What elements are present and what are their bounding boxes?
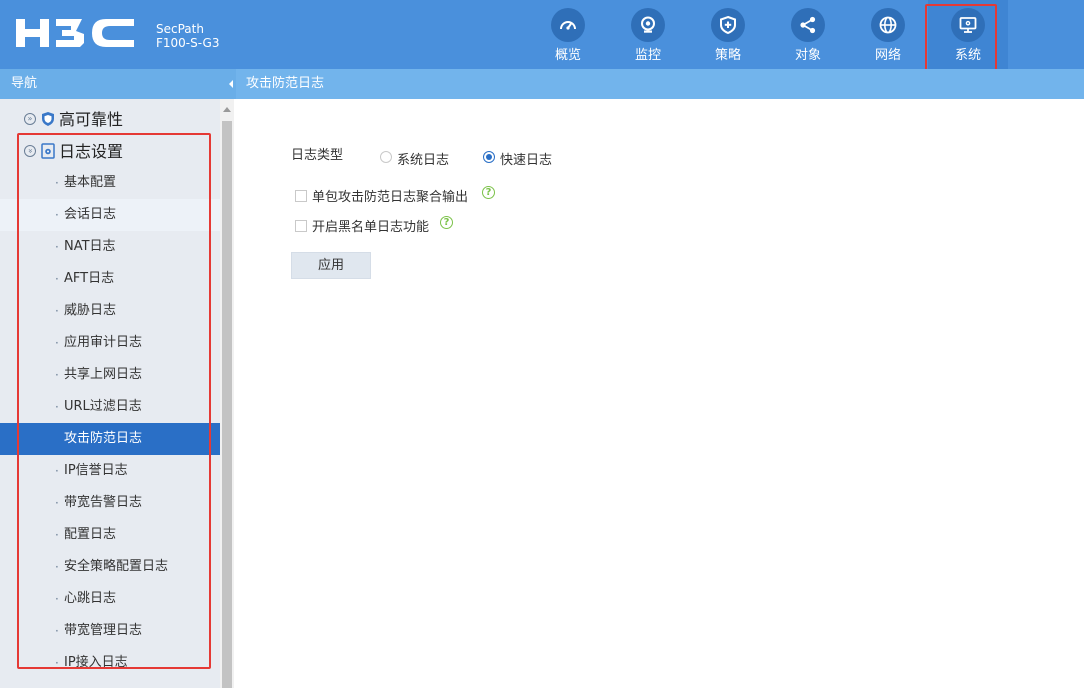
checkbox-blacklist-log-label: 开启黑名单日志功能: [312, 220, 430, 235]
sidebar-item-label: 会话日志: [64, 207, 117, 222]
sidebar-item-bandwidth-alarm-log[interactable]: · 带宽告警日志: [0, 487, 220, 519]
gauge-icon: [551, 8, 585, 42]
bullet-icon: ·: [55, 592, 59, 606]
sidebar-item-label: 安全策略配置日志: [64, 559, 169, 574]
nav-system-label: 系统: [954, 48, 981, 63]
sidebar-item-label: NAT日志: [64, 239, 116, 254]
sidebar-item-aft-log[interactable]: · AFT日志: [0, 263, 220, 295]
nav-object-label: 对象: [794, 48, 821, 63]
bullet-icon: ·: [55, 304, 59, 318]
sidebar: » 高可靠性 » 日志设置 · 基本配置 · 会话日志 · NAT日志 · AFT日志 …: [0, 99, 220, 688]
bullet-icon: ·: [55, 272, 59, 286]
product-name: SecPath F100-S-G3: [156, 22, 219, 50]
help-icon[interactable]: ?: [482, 186, 495, 199]
tree-group-log-settings[interactable]: » 日志设置: [0, 135, 220, 167]
collapse-icon[interactable]: »: [24, 145, 36, 157]
sidebar-item-ip-access-log[interactable]: · IP接入日志: [0, 647, 220, 679]
apply-button[interactable]: 应用: [291, 252, 371, 279]
nav-system[interactable]: 系统: [928, 0, 1008, 69]
sidebar-item-label: 带宽告警日志: [64, 495, 143, 510]
sidebar-item-shared-access-log[interactable]: · 共享上网日志: [0, 359, 220, 391]
tree-group-label: 高可靠性: [59, 110, 124, 129]
page-title: 攻击防范日志: [236, 69, 1084, 99]
sidebar-item-label: 基本配置: [64, 175, 117, 190]
bullet-icon: ·: [55, 400, 59, 414]
sidebar-item-label: 应用审计日志: [64, 335, 143, 350]
log-type-label: 日志类型: [291, 148, 344, 163]
bullet-icon: ·: [55, 336, 59, 350]
sidebar-collapse-handle[interactable]: [228, 69, 236, 99]
tree-group-label: 日志设置: [59, 142, 124, 161]
sidebar-item-label: 共享上网日志: [64, 367, 143, 382]
radio-system-log-label: 系统日志: [397, 153, 450, 168]
nav-overview-label: 概览: [554, 48, 581, 63]
bullet-icon: ·: [55, 240, 59, 254]
scroll-up-icon[interactable]: [223, 107, 231, 112]
bullet-icon: ·: [55, 656, 59, 670]
sidebar-item-label: 心跳日志: [64, 591, 117, 606]
sidebar-title: 导航: [0, 69, 228, 99]
checkbox-single-packet-aggregate[interactable]: [295, 190, 307, 202]
sidebar-item-security-policy-config-log[interactable]: · 安全策略配置日志: [0, 551, 220, 583]
nav-monitor[interactable]: 监控: [608, 0, 688, 69]
checkbox-single-packet-aggregate-label: 单包攻击防范日志聚合输出: [312, 190, 469, 205]
sidebar-scrollbar[interactable]: [220, 99, 234, 688]
scrollbar-thumb[interactable]: [222, 121, 232, 688]
sidebar-item-label: 配置日志: [64, 527, 117, 542]
sidebar-item-nat-log[interactable]: · NAT日志: [0, 231, 220, 263]
bullet-icon: ·: [55, 368, 59, 382]
globe-icon: [871, 8, 905, 42]
bullet-icon: ·: [55, 624, 59, 638]
nav-policy[interactable]: 策略: [688, 0, 768, 69]
camera-icon: [631, 8, 665, 42]
nav-object[interactable]: 对象: [768, 0, 848, 69]
sidebar-item-basic-config[interactable]: · 基本配置: [0, 167, 220, 199]
bullet-icon: ·: [55, 464, 59, 478]
sidebar-item-config-log[interactable]: · 配置日志: [0, 519, 220, 551]
sidebar-item-label: 威胁日志: [64, 303, 117, 318]
sidebar-item-app-audit-log[interactable]: · 应用审计日志: [0, 327, 220, 359]
sidebar-item-ip-reputation-log[interactable]: · IP信誉日志: [0, 455, 220, 487]
help-icon[interactable]: ?: [440, 216, 453, 229]
sidebar-item-label: AFT日志: [64, 271, 115, 286]
sidebar-item-label: URL过滤日志: [64, 399, 142, 414]
nav-network-label: 网络: [874, 48, 901, 63]
product-line-2: F100-S-G3: [156, 36, 220, 50]
sidebar-item-heartbeat-log[interactable]: · 心跳日志: [0, 583, 220, 615]
nav-network[interactable]: 网络: [848, 0, 928, 69]
radio-fast-log[interactable]: [483, 151, 495, 163]
nav-overview[interactable]: 概览: [528, 0, 608, 69]
expand-icon[interactable]: »: [24, 113, 36, 125]
share-icon: [791, 8, 825, 42]
sidebar-item-label: IP接入日志: [64, 655, 128, 670]
h3c-logo: [16, 19, 134, 47]
product-line-1: SecPath: [156, 22, 204, 36]
nav-policy-label: 策略: [714, 48, 741, 63]
checkbox-blacklist-log[interactable]: [295, 220, 307, 232]
sidebar-item-url-filter-log[interactable]: · URL过滤日志: [0, 391, 220, 423]
radio-system-log[interactable]: [380, 151, 392, 163]
nav-monitor-label: 监控: [634, 48, 661, 63]
sidebar-item-session-log[interactable]: · 会话日志: [0, 199, 220, 231]
sidebar-item-bandwidth-mgmt-log[interactable]: · 带宽管理日志: [0, 615, 220, 647]
monitor-gear-icon: [951, 8, 985, 42]
sidebar-item-label: 带宽管理日志: [64, 623, 143, 638]
radio-fast-log-label: 快速日志: [500, 153, 553, 168]
bullet-icon: ·: [55, 176, 59, 190]
sidebar-item-attack-defense-log[interactable]: ·攻击防范日志: [0, 423, 220, 455]
sidebar-item-threat-log[interactable]: · 威胁日志: [0, 295, 220, 327]
bullet-icon: ·: [55, 496, 59, 510]
shield-icon: [42, 112, 54, 126]
shield-plus-icon: [711, 8, 745, 42]
tree-group-high-availability[interactable]: » 高可靠性: [0, 103, 220, 135]
main-panel: 日志类型 系统日志 快速日志 单包攻击防范日志聚合输出 ? 开启黑名单日志功能 …: [236, 99, 1084, 688]
top-header: SecPath F100-S-G3 概览 监控 策略 对象 网络 系统: [0, 0, 1084, 76]
bullet-icon: ·: [55, 528, 59, 542]
app-window: SecPath F100-S-G3 概览 监控 策略 对象 网络 系统 导航 »…: [0, 0, 1084, 688]
sidebar-item-label: 攻击防范日志: [64, 431, 143, 446]
sidebar-item-label: IP信誉日志: [64, 463, 128, 478]
bullet-icon: ·: [55, 208, 59, 222]
bullet-icon: ·: [55, 560, 59, 574]
doc-gear-icon: [41, 143, 55, 159]
